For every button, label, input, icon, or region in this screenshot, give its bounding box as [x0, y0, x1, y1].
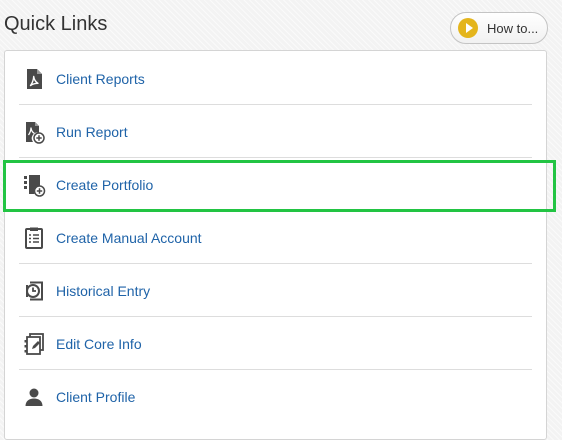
history-clock-icon — [22, 279, 46, 303]
quick-link-label: Run Report — [56, 123, 128, 140]
quick-link-label: Client Profile — [56, 388, 136, 405]
quick-link-historical-entry[interactable]: Historical Entry — [19, 264, 532, 317]
quick-link-label: Create Manual Account — [56, 229, 202, 246]
create-portfolio-icon — [22, 173, 46, 197]
edit-core-info-icon — [22, 332, 46, 356]
quick-link-edit-core-info[interactable]: Edit Core Info — [19, 317, 532, 370]
quick-links-panel: Client Reports Run Report Create Portfol… — [4, 50, 547, 440]
quick-link-client-profile[interactable]: Client Profile — [19, 370, 532, 423]
quick-link-label: Historical Entry — [56, 282, 151, 299]
how-to-button[interactable]: How to... — [450, 12, 548, 44]
quick-link-label: Edit Core Info — [56, 335, 142, 352]
manual-account-icon — [22, 226, 46, 250]
quick-link-label: Create Portfolio — [56, 176, 154, 193]
page-title: Quick Links — [4, 13, 108, 35]
quick-link-client-reports[interactable]: Client Reports — [19, 52, 532, 105]
pdf-document-icon — [22, 67, 46, 91]
run-report-icon — [22, 120, 46, 144]
how-to-label: How to... — [487, 20, 539, 36]
quick-link-create-manual-account[interactable]: Create Manual Account — [19, 211, 532, 264]
user-profile-icon — [22, 385, 46, 409]
quick-link-label: Client Reports — [56, 70, 145, 87]
quick-link-create-portfolio[interactable]: Create Portfolio — [19, 158, 532, 211]
quick-link-run-report[interactable]: Run Report — [19, 105, 532, 158]
play-icon — [458, 18, 478, 38]
